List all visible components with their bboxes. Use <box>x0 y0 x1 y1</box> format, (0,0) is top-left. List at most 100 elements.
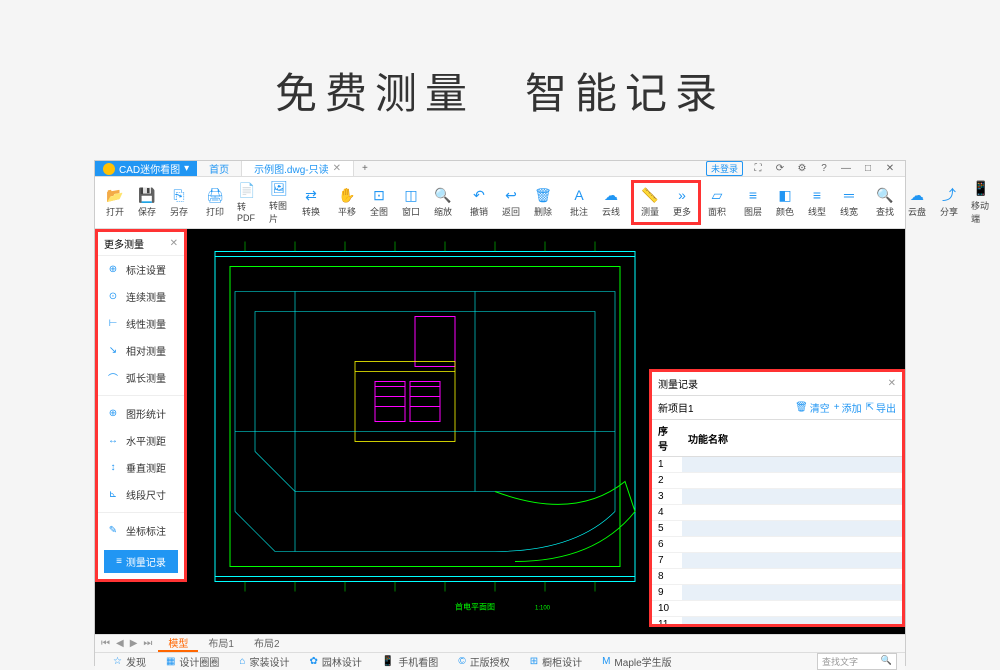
measure-record-button[interactable]: ≡ 测量记录 <box>104 550 178 573</box>
table-row[interactable]: 10 <box>652 601 902 617</box>
saveas-button[interactable]: ⎘另存 <box>163 183 195 222</box>
area-button[interactable]: ▱面积 <box>701 183 733 222</box>
text-icon: A <box>571 187 587 203</box>
row-no: 8 <box>652 569 682 585</box>
undo-icon: ↶ <box>471 187 487 203</box>
measure-item[interactable]: ⊙连续测量 <box>98 283 184 310</box>
more-button[interactable]: »更多 <box>666 183 698 222</box>
measure-item-label: 线段尺寸 <box>126 487 166 502</box>
table-row[interactable]: 8 <box>652 569 902 585</box>
add-button[interactable]: +添加 <box>834 400 862 415</box>
status-item[interactable]: 📱手机看图 <box>372 654 448 669</box>
pdf-button[interactable]: 📄转PDF <box>231 178 263 227</box>
titlebar-right: 未登录 ⛶ ⟳ ⚙ ? — □ ✕ <box>706 161 905 176</box>
text-button[interactable]: A批注 <box>563 183 595 222</box>
table-row[interactable]: 4 <box>652 505 902 521</box>
delete-button[interactable]: 🗑删除 <box>527 183 559 222</box>
measure-item[interactable]: ↘相对测量 <box>98 337 184 364</box>
cloud-button[interactable]: ☁云线 <box>595 183 627 222</box>
measure-panel: 更多测量 ✕ ⊕标注设置⊙连续测量⊢线性测量↘相对测量⌒弧长测量 ⊕图形统计↔水… <box>95 229 187 582</box>
linewidth-button[interactable]: ═线宽 <box>833 183 865 222</box>
table-row[interactable]: 9 <box>652 585 902 601</box>
export-button[interactable]: ⇱导出 <box>866 400 896 415</box>
minimize-icon[interactable]: — <box>839 163 853 174</box>
table-row[interactable]: 3 <box>652 489 902 505</box>
measure-item[interactable]: ⊕图形统计 <box>98 400 184 427</box>
measure-item[interactable]: ⊢线性测量 <box>98 310 184 337</box>
pan-button[interactable]: ✋平移 <box>331 183 363 222</box>
settings-icon[interactable]: ⚙ <box>795 163 809 174</box>
help-icon[interactable]: ? <box>817 163 831 174</box>
find-button[interactable]: 🔍查找 <box>869 183 901 222</box>
close-window-icon[interactable]: ✕ <box>883 163 897 174</box>
last-icon[interactable]: ⏭ <box>141 638 154 649</box>
measure-item[interactable]: ✎坐标标注 <box>98 517 184 544</box>
row-no: 1 <box>652 457 682 473</box>
table-row[interactable]: 5 <box>652 521 902 537</box>
table-row[interactable]: 11 <box>652 617 902 625</box>
share-button[interactable]: ⤴分享 <box>933 183 965 222</box>
back-button[interactable]: ↩返回 <box>495 183 527 222</box>
status-item[interactable]: ⊞橱柜设计 <box>520 654 592 669</box>
status-item[interactable]: ▦设计圈圈 <box>156 654 229 669</box>
measure-item[interactable]: ⊾ 线段尺寸 <box>98 481 184 508</box>
row-no: 9 <box>652 585 682 601</box>
measure-button[interactable]: 📏测量 <box>634 183 666 222</box>
table-row[interactable]: 7 <box>652 553 902 569</box>
close-icon[interactable]: ✕ <box>170 238 178 249</box>
layout-tab[interactable]: 布局1 <box>198 635 244 652</box>
first-icon[interactable]: ⏮ <box>99 638 112 649</box>
table-row[interactable]: 1 <box>652 457 902 473</box>
prev-icon[interactable]: ◀ <box>114 638 126 649</box>
project-name[interactable]: 新项目1 <box>658 400 791 415</box>
image-button[interactable]: 🖼转图片 <box>263 177 295 229</box>
measure-item-icon: ⊾ <box>106 489 120 500</box>
maximize-icon[interactable]: □ <box>861 163 875 174</box>
measure-item[interactable]: ⌒弧长测量 <box>98 364 184 391</box>
linetype-button[interactable]: ≡线型 <box>801 183 833 222</box>
clear-button[interactable]: 🗑清空 <box>795 400 830 415</box>
layer-icon: ≡ <box>745 187 761 203</box>
list-icon: ≡ <box>116 556 122 567</box>
close-icon[interactable]: ✕ <box>333 163 341 174</box>
close-icon[interactable]: ✕ <box>888 378 896 389</box>
print-button[interactable]: 🖨打印 <box>199 183 231 222</box>
status-item[interactable]: ⌂家装设计 <box>229 654 299 669</box>
table-row[interactable]: 6 <box>652 537 902 553</box>
measure-item[interactable]: ↕垂直测距 <box>98 454 184 481</box>
clouddisk-button[interactable]: ☁云盘 <box>901 183 933 222</box>
status-item[interactable]: MMaple学生版 <box>592 654 682 669</box>
full-button[interactable]: ⊡全图 <box>363 183 395 222</box>
convert-button[interactable]: ⇄转换 <box>295 183 327 222</box>
color-icon: ◧ <box>777 187 793 203</box>
next-icon[interactable]: ▶ <box>128 638 140 649</box>
measure-item[interactable]: ↔水平测距 <box>98 427 184 454</box>
tab-nav: ⏮ ◀ ▶ ⏭ <box>95 638 158 649</box>
table-row[interactable]: 2 <box>652 473 902 489</box>
measure-item[interactable]: ⊕标注设置 <box>98 256 184 283</box>
separator <box>98 512 184 513</box>
tab-file[interactable]: 示例图.dwg-只读 ✕ <box>242 161 354 176</box>
mobile-button[interactable]: 📱移动端 <box>965 177 997 229</box>
layout-tab[interactable]: 模型 <box>158 635 198 652</box>
layer-button[interactable]: ≡图层 <box>737 183 769 222</box>
status-item[interactable]: ©正版授权 <box>448 654 519 669</box>
window-button[interactable]: ◫窗口 <box>395 183 427 222</box>
status-item[interactable]: ☆发现 <box>103 654 156 669</box>
refresh-icon[interactable]: ⟳ <box>773 163 787 174</box>
svg-text:首电平面图: 首电平面图 <box>455 602 495 612</box>
search-input[interactable]: 查找文字 🔍 <box>817 653 897 670</box>
undo-button[interactable]: ↶撤销 <box>463 183 495 222</box>
layout-tab[interactable]: 布局2 <box>244 635 290 652</box>
save-button[interactable]: 💾保存 <box>131 183 163 222</box>
zoom-button[interactable]: 🔍缩放 <box>427 183 459 222</box>
color-button[interactable]: ◧颜色 <box>769 183 801 222</box>
dropdown-icon[interactable]: ▾ <box>184 163 189 174</box>
tab-home[interactable]: 首页 <box>197 161 242 176</box>
expand-icon[interactable]: ⛶ <box>751 163 765 174</box>
open-button[interactable]: 📂打开 <box>99 183 131 222</box>
login-badge[interactable]: 未登录 <box>706 161 743 176</box>
row-no: 6 <box>652 537 682 553</box>
status-item[interactable]: ✿园林设计 <box>299 654 371 669</box>
add-tab-button[interactable]: + <box>354 161 376 176</box>
